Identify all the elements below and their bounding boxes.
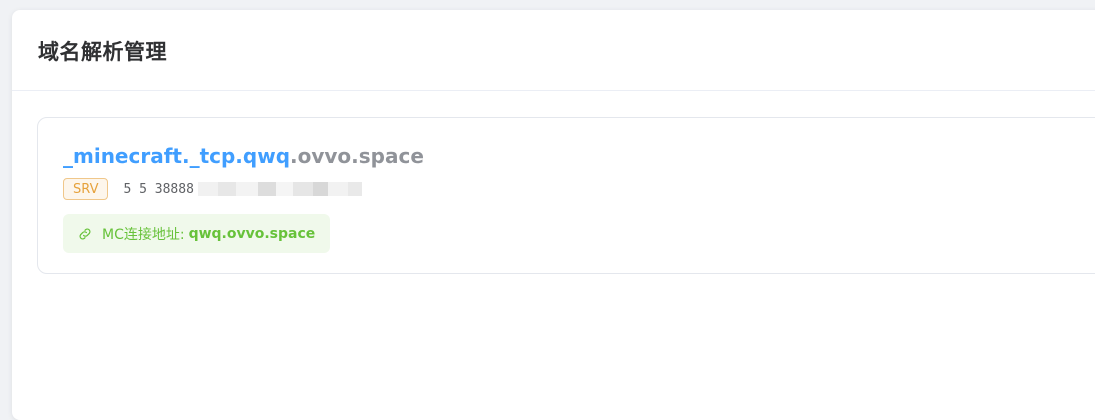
panel-header: 域名解析管理: [12, 10, 1095, 91]
record-value: 5 5 38888: [123, 181, 194, 197]
connect-label: MC连接地址:: [102, 226, 185, 243]
record-meta-row: SRV 5 5 38888: [63, 177, 362, 201]
record-type-tag: SRV: [63, 178, 109, 200]
mc-connect-address[interactable]: MC连接地址: qwq.ovvo.space: [63, 214, 331, 253]
dns-record-card[interactable]: _minecraft._tcp.qwq.ovvo.space SRV 5 5 3…: [37, 117, 1095, 274]
link-icon: [79, 228, 91, 239]
record-root-domain: .ovvo.space: [290, 144, 424, 168]
dns-management-panel: 域名解析管理 _minecraft._tcp.qwq.ovvo.space SR…: [12, 10, 1095, 420]
record-subdomain: _minecraft._tcp.qwq: [63, 144, 291, 168]
redacted-target: [197, 182, 362, 196]
connect-address[interactable]: qwq.ovvo.space: [189, 226, 316, 242]
record-domain: _minecraft._tcp.qwq.ovvo.space: [63, 144, 424, 168]
page-title: 域名解析管理: [38, 40, 167, 64]
